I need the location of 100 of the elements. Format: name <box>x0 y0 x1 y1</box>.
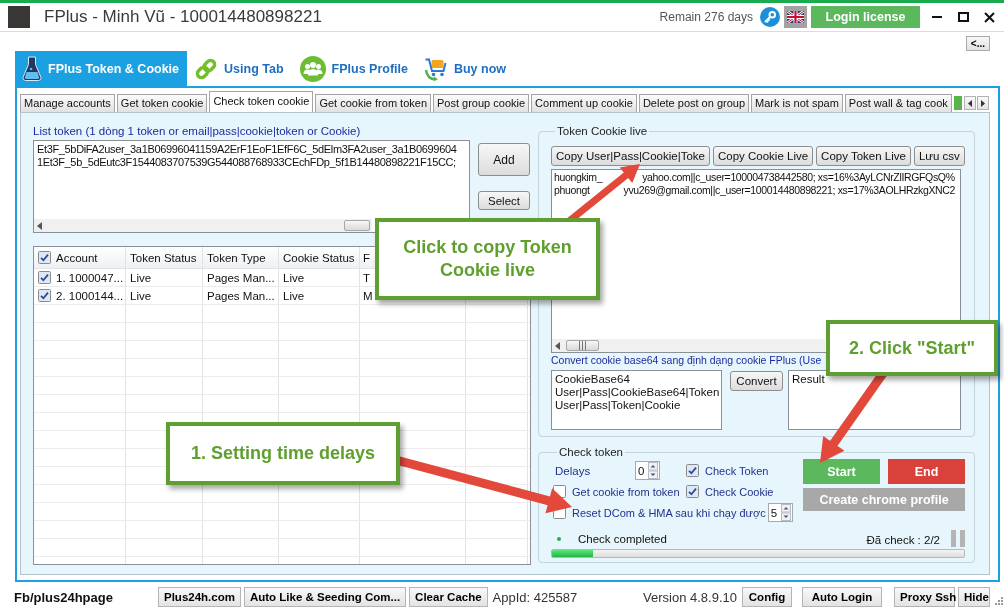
photo-placeholder <box>8 6 30 28</box>
maximize-icon[interactable] <box>957 12 969 22</box>
tab[interactable]: Check token cookie <box>209 91 314 112</box>
horizontal-scrollbar[interactable] <box>34 219 372 232</box>
delays-label: Delays <box>554 464 592 477</box>
callout: Click to copy Token Cookie live <box>375 218 600 300</box>
field-text: huongkim_ <box>554 171 603 183</box>
key-icon[interactable] <box>760 7 780 27</box>
checkbox[interactable] <box>686 464 699 477</box>
token-list-field[interactable]: Et3F_5bDiFA2user_3a1B06996041159A2ErF1EoF1EfF6C_5dElm3FA2user_3a1B0699604 1Et3F_5b_5dEutc3F1544083707539G544088768933CEchFDp_5f1B14480898221F15CC; <box>33 140 470 233</box>
column-header[interactable]: Token Status <box>130 251 197 264</box>
table-cell: M <box>363 289 373 302</box>
column-header[interactable]: Account <box>56 251 98 264</box>
proxy-ssh-button[interactable]: Proxy Ssh <box>894 587 955 607</box>
save-csv-button[interactable]: Lưu csv <box>913 146 965 166</box>
main-tab[interactable]: FPlus Profile <box>292 51 417 86</box>
table-cell: Live <box>130 271 152 284</box>
checkbox-label[interactable]: Get cookie from token <box>572 485 680 498</box>
end-button[interactable]: End <box>888 459 965 484</box>
check-count-text: Đã check : 2/2 <box>866 533 940 546</box>
tab[interactable]: Mark is not spam <box>751 94 843 112</box>
checkbox[interactable] <box>38 271 51 284</box>
tab[interactable]: Manage accounts <box>20 94 115 112</box>
people-icon <box>299 55 326 82</box>
website-button[interactable]: Plus24h.com <box>158 587 241 607</box>
app-id-text: AppId: 425587 <box>492 589 578 605</box>
flask-icon <box>22 56 42 81</box>
add-button[interactable]: Add <box>478 143 530 176</box>
delays-spinbox[interactable]: 0 <box>635 461 660 480</box>
clear-cache-button[interactable]: Clear Cache <box>409 587 488 607</box>
column-header[interactable]: Cookie Status <box>283 251 355 264</box>
field-text: phuongt <box>554 184 590 196</box>
scroll-left-icon[interactable] <box>555 341 560 350</box>
table-cell: Pages Man... <box>207 271 275 284</box>
column-header[interactable]: F <box>363 251 371 264</box>
hide-button[interactable]: Hide <box>958 587 990 607</box>
scrollbar-thumb[interactable] <box>344 220 370 231</box>
scroll-tabs-left-button[interactable] <box>964 96 976 110</box>
field-text: yahoo.com||c_user=100004738442580; xs=16%3AyLCNrZlIRGFQsQ% <box>642 171 955 183</box>
copy-cookie-button[interactable]: Copy Cookie Live <box>712 146 814 166</box>
table-cell: T <box>363 271 371 284</box>
horizontal-scrollbar[interactable] <box>552 339 825 352</box>
tab[interactable]: Post wall & tag cook <box>844 94 952 112</box>
page-name-text: Fb/plus24hpage <box>14 589 114 605</box>
field-text: yvu269@gmail.com||c_user=100014480898221; xs=17%3AOLHRzkgXNC2 <box>623 184 956 196</box>
callout: 1. Setting time delays <box>166 422 400 485</box>
scroll-tabs-right-button[interactable] <box>977 96 989 110</box>
config-button[interactable]: Config <box>742 587 792 607</box>
checkbox-label[interactable]: Check Cookie <box>705 485 774 498</box>
field-text: User|Pass|CookieBase64|Token <box>555 386 718 399</box>
reset-count-spinbox[interactable]: 5 <box>767 503 793 522</box>
auto-login-button[interactable]: Auto Login <box>802 587 882 607</box>
field-label: List token (1 dòng 1 token or email|pass|cookie|token or Cookie) <box>33 124 361 138</box>
column-header[interactable]: Token Type <box>207 251 266 264</box>
scrollbar-thumb[interactable] <box>566 340 599 351</box>
tab[interactable]: Post group cookie <box>433 94 530 112</box>
main-tab[interactable]: Buy now <box>416 51 516 86</box>
back-button[interactable]: <... <box>965 36 990 51</box>
field-label: Convert cookie base64 sang định dạng cookie FPlus (Use <box>551 354 822 366</box>
spin-arrows-icon[interactable] <box>648 462 658 479</box>
link-icon <box>194 56 219 81</box>
cookie-input-field[interactable]: CookieBase64 User|Pass|CookieBase64|Token User|Pass|Token|Cookie <box>551 370 722 430</box>
checkbox-label[interactable]: Check Token <box>705 464 769 477</box>
tab[interactable]: Comment up cookie <box>531 94 637 112</box>
tab[interactable]: Get cookie from token <box>315 94 431 112</box>
auto-like-button[interactable]: Auto Like & Seeding Com... <box>243 587 407 607</box>
remaining-days-text: Remain 276 days <box>659 10 753 24</box>
left-arrow-icon[interactable] <box>968 99 972 107</box>
table-cell: Live <box>283 271 305 284</box>
convert-button[interactable]: Convert <box>730 371 783 391</box>
table-cell: Pages Man... <box>207 289 275 302</box>
cart-icon <box>423 56 448 81</box>
version-text: Version 4.8.9.10 <box>643 589 737 605</box>
spin-arrows-icon[interactable] <box>780 504 791 521</box>
checkbox[interactable] <box>686 485 699 498</box>
field-text: Result <box>792 373 826 386</box>
right-arrow-icon[interactable] <box>981 99 985 107</box>
copy-token-button[interactable]: Copy Token Live <box>816 146 911 166</box>
checkbox[interactable] <box>38 289 51 302</box>
checkbox-label[interactable]: Reset DCom & HMA sau khi chạy được <box>572 506 766 519</box>
field-text: 1Et3F_5b_5dEutc3F1544083707539G544088768933CEchFDp_5f1B14480898221F15CC; <box>37 156 457 169</box>
group-title: Check token <box>558 445 624 459</box>
resize-grip-icon[interactable] <box>995 597 1003 605</box>
status-text: Check completed <box>578 532 667 545</box>
window-title: FPlus - Minh Vũ - 100014480898221 <box>44 7 322 27</box>
select-button[interactable]: Select <box>478 191 530 210</box>
tab[interactable]: Get token cookie <box>116 94 208 112</box>
scroll-left-icon[interactable] <box>37 221 42 230</box>
field-text: Et3F_5bDiFA2user_3a1B06996041159A2ErF1EoF1EfF6C_5dElm3FA2user_3a1B0699604 <box>37 143 458 156</box>
close-icon[interactable] <box>983 11 995 23</box>
flag-icon[interactable] <box>784 6 807 28</box>
table-cell: 2. 1000144... <box>56 289 124 302</box>
main-tab[interactable]: Using Tab <box>187 51 293 86</box>
tab[interactable]: Delete post on group <box>638 94 750 112</box>
status-dot-icon <box>557 536 561 541</box>
field-text: User|Pass|Token|Cookie <box>555 399 682 412</box>
callout: 2. Click "Start" <box>826 320 998 376</box>
checkbox[interactable] <box>38 251 51 264</box>
group-title: Token Cookie live <box>556 124 649 138</box>
copy-all-button[interactable]: Copy User|Pass|Cookie|Toke <box>551 146 710 166</box>
